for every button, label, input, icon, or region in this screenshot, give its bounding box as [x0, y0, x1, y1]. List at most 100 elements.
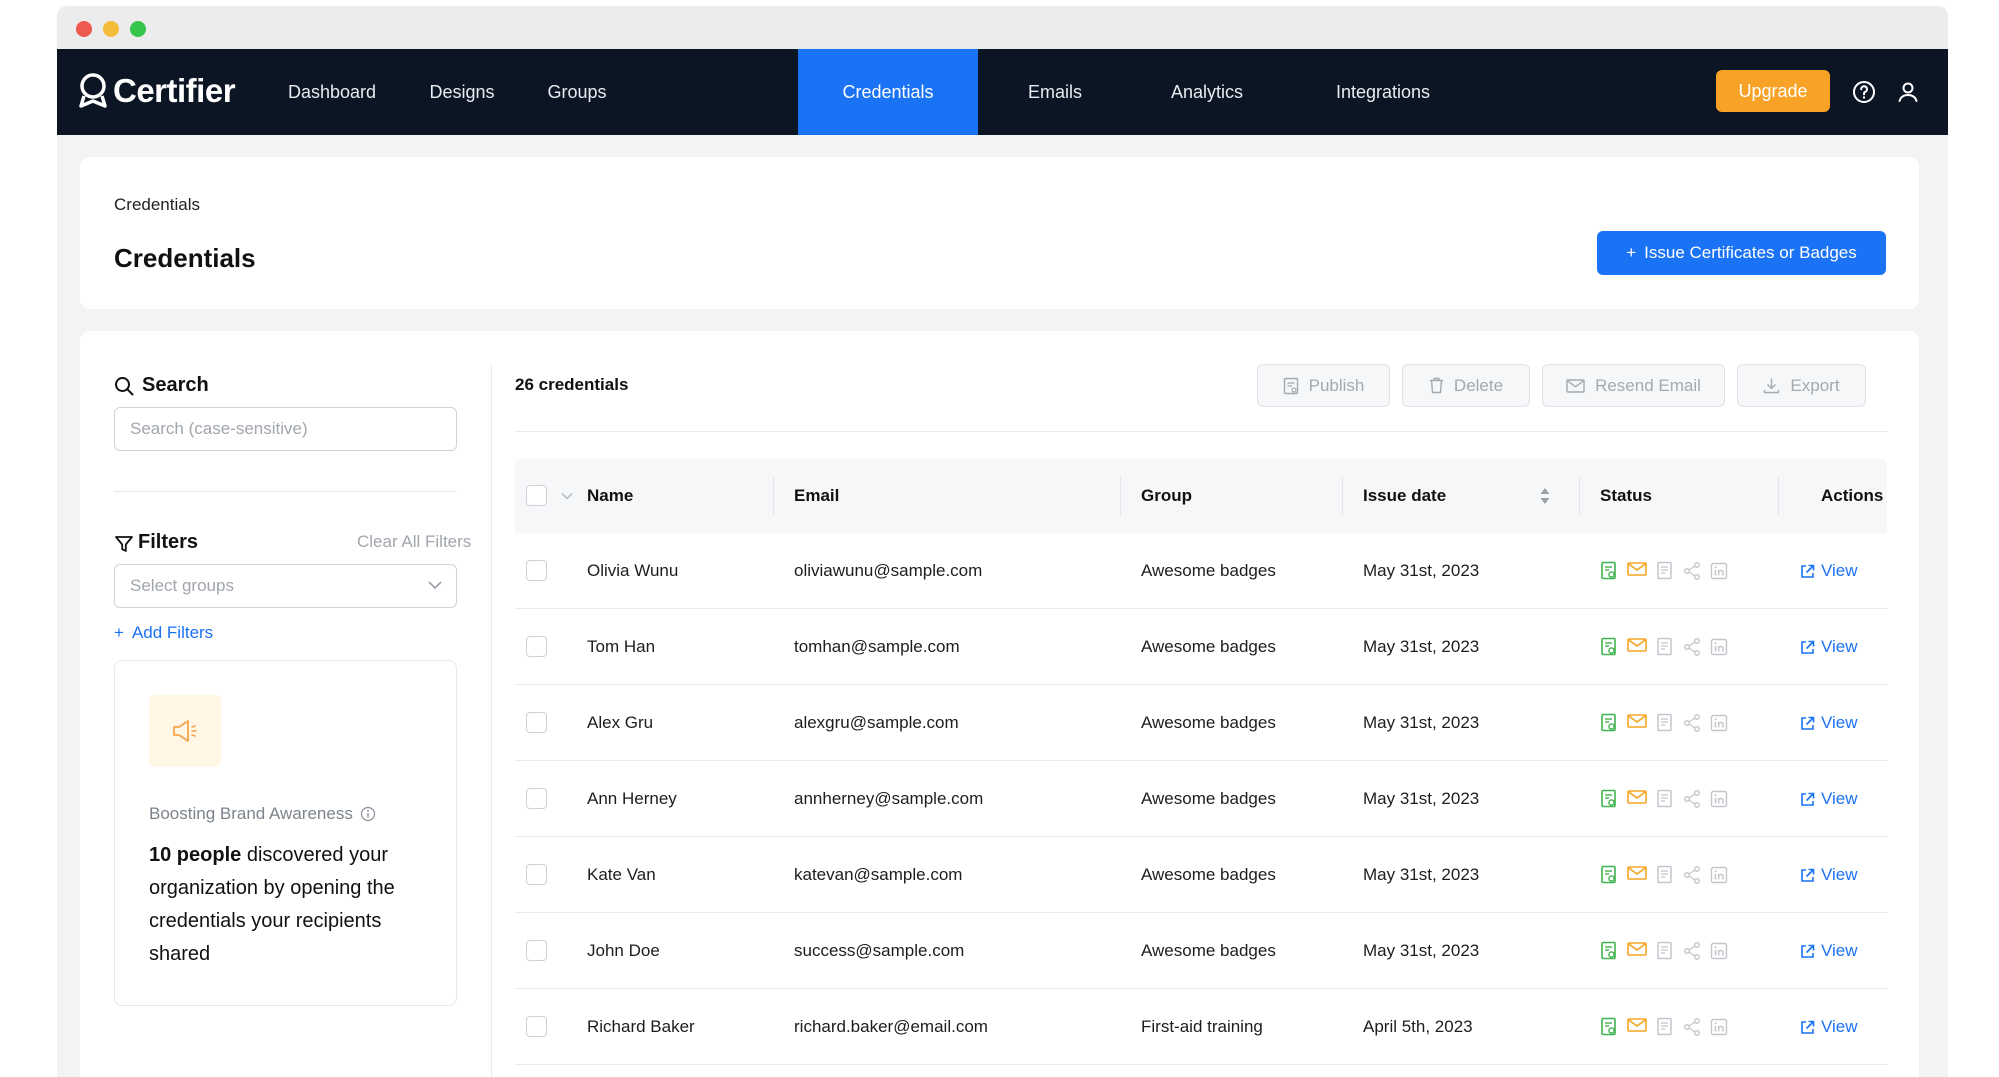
opened-icon[interactable] [1656, 865, 1674, 885]
add-filters-link[interactable]: + Add Filters [114, 623, 213, 643]
published-icon[interactable] [1600, 1017, 1618, 1037]
nav-credentials[interactable]: Credentials [798, 49, 978, 135]
email-sent-icon[interactable] [1627, 941, 1647, 957]
published-icon[interactable] [1600, 713, 1618, 733]
shared-icon[interactable] [1683, 865, 1701, 885]
shared-icon[interactable] [1683, 713, 1701, 733]
email-sent-icon[interactable] [1627, 561, 1647, 577]
window-minimize-button[interactable] [103, 21, 119, 37]
delete-button[interactable]: Delete [1402, 364, 1530, 407]
cell-name: John Doe [587, 941, 660, 960]
clear-all-filters-link[interactable]: Clear All Filters [357, 532, 471, 552]
shared-icon[interactable] [1683, 941, 1701, 961]
row-checkbox[interactable] [526, 712, 547, 733]
linkedin-icon[interactable] [1710, 637, 1728, 657]
published-icon[interactable] [1600, 561, 1618, 581]
linkedin-icon[interactable] [1710, 865, 1728, 885]
column-header-issue-date[interactable]: Issue date [1363, 459, 1446, 533]
select-all-checkbox[interactable] [526, 485, 547, 506]
select-groups-dropdown[interactable]: Select groups [114, 564, 457, 608]
view-link[interactable]: View [1800, 837, 1858, 913]
trash-icon [1429, 377, 1443, 394]
row-checkbox[interactable] [526, 940, 547, 961]
email-sent-icon[interactable] [1627, 1017, 1647, 1033]
nav-designs[interactable]: Designs [417, 49, 507, 135]
external-link-icon [1801, 792, 1815, 806]
chevron-down-icon[interactable] [561, 492, 573, 500]
nav-integrations[interactable]: Integrations [1323, 49, 1443, 135]
opened-icon[interactable] [1656, 941, 1674, 961]
published-icon[interactable] [1600, 941, 1618, 961]
cell-name: Tom Han [587, 637, 656, 656]
linkedin-icon[interactable] [1710, 789, 1728, 809]
linkedin-icon[interactable] [1710, 1017, 1728, 1037]
column-header-group[interactable]: Group [1141, 459, 1192, 533]
view-link[interactable]: View [1800, 609, 1858, 685]
row-checkbox[interactable] [526, 1016, 547, 1037]
email-sent-icon[interactable] [1627, 865, 1647, 881]
nav-analytics[interactable]: Analytics [1157, 49, 1257, 135]
row-checkbox[interactable] [526, 636, 547, 657]
row-checkbox[interactable] [526, 864, 547, 885]
external-link-icon [1801, 716, 1815, 730]
search-input[interactable] [114, 407, 457, 451]
shared-icon[interactable] [1683, 561, 1701, 581]
column-header-name[interactable]: Name [587, 459, 633, 533]
plus-icon: + [114, 623, 124, 642]
opened-icon[interactable] [1656, 1017, 1674, 1037]
sort-icon[interactable] [1539, 486, 1551, 506]
opened-icon[interactable] [1656, 561, 1674, 581]
column-header-email[interactable]: Email [794, 459, 839, 533]
linkedin-icon[interactable] [1710, 561, 1728, 581]
view-link[interactable]: View [1800, 989, 1858, 1065]
shared-icon[interactable] [1683, 637, 1701, 657]
linkedin-icon[interactable] [1710, 713, 1728, 733]
export-button[interactable]: Export [1737, 364, 1866, 407]
external-link-icon [1801, 640, 1815, 654]
help-icon[interactable] [1852, 80, 1876, 104]
window-titlebar [57, 6, 1948, 49]
nav-dashboard[interactable]: Dashboard [287, 49, 377, 135]
view-link[interactable]: View [1800, 913, 1858, 989]
row-checkbox[interactable] [526, 560, 547, 581]
cell-issue-date: May 31st, 2023 [1363, 941, 1480, 960]
shared-icon[interactable] [1683, 1017, 1701, 1037]
view-label: View [1821, 789, 1858, 808]
nav-emails[interactable]: Emails [1010, 49, 1100, 135]
delete-label: Delete [1453, 375, 1504, 395]
upgrade-button[interactable]: Upgrade [1716, 70, 1830, 112]
opened-icon[interactable] [1656, 637, 1674, 657]
view-link[interactable]: View [1800, 685, 1858, 761]
opened-icon[interactable] [1656, 789, 1674, 809]
view-link[interactable]: View [1800, 533, 1858, 609]
shared-icon[interactable] [1683, 789, 1701, 809]
cell-email: annherney@sample.com [794, 789, 984, 808]
email-sent-icon[interactable] [1627, 789, 1647, 805]
publish-button[interactable]: Publish [1257, 364, 1390, 407]
app-window: Certifier Dashboard Designs Groups Crede… [57, 6, 1948, 1077]
published-icon[interactable] [1600, 865, 1618, 885]
resend-email-button[interactable]: Resend Email [1542, 364, 1725, 407]
window-maximize-button[interactable] [130, 21, 146, 37]
view-link[interactable]: View [1800, 761, 1858, 837]
opened-icon[interactable] [1656, 713, 1674, 733]
column-separator [773, 477, 774, 515]
cell-email: success@sample.com [794, 941, 965, 960]
linkedin-icon[interactable] [1710, 941, 1728, 961]
logo[interactable]: Certifier [79, 71, 236, 111]
toolbar-divider [515, 431, 1887, 432]
window-close-button[interactable] [76, 21, 92, 37]
published-icon[interactable] [1600, 637, 1618, 657]
user-icon[interactable] [1896, 80, 1920, 104]
published-icon[interactable] [1600, 789, 1618, 809]
nav-groups[interactable]: Groups [532, 49, 622, 135]
row-checkbox[interactable] [526, 788, 547, 809]
table-row: Olivia Wunu oliviawunu@sample.com Awesom… [515, 533, 1887, 609]
cell-name: Olivia Wunu [587, 561, 679, 580]
email-sent-icon[interactable] [1627, 637, 1647, 653]
search-label: Search [142, 374, 209, 396]
breadcrumb[interactable]: Credentials [114, 195, 200, 215]
issue-credentials-button[interactable]: + Issue Certificates or Badges [1597, 231, 1886, 275]
email-sent-icon[interactable] [1627, 713, 1647, 729]
info-icon[interactable] [360, 806, 376, 822]
